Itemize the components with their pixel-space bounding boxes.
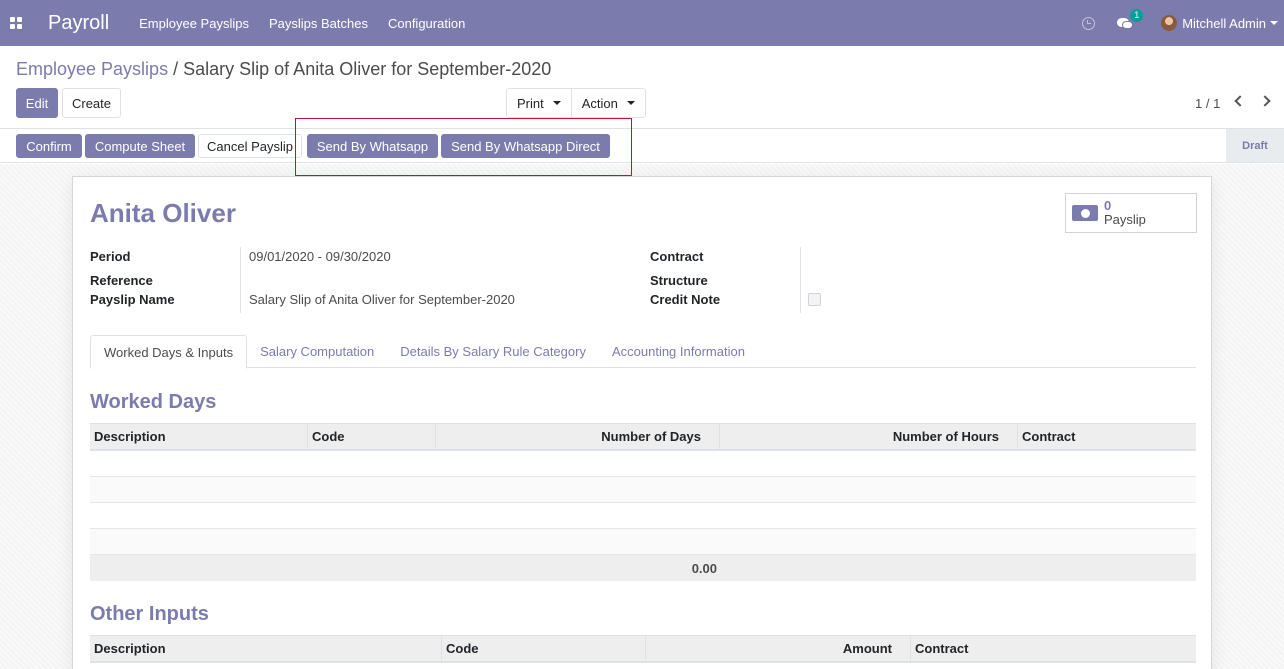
column-header-description[interactable]: Description — [90, 636, 442, 661]
action-dropdown[interactable]: Action — [570, 89, 645, 117]
confirm-button[interactable]: Confirm — [16, 134, 82, 158]
highlight-annotation-box — [295, 118, 632, 176]
contract-label: Contract — [650, 249, 704, 264]
pager-counter[interactable]: 1 / 1 — [1195, 96, 1220, 111]
breadcrumb-current: Salary Slip of Anita Oliver for Septembe… — [183, 59, 552, 79]
tab-salary-computation[interactable]: Salary Computation — [247, 335, 387, 368]
other-inputs-title: Other Inputs — [90, 603, 209, 625]
worked-days-title: Worked Days — [90, 391, 217, 413]
money-icon — [1072, 205, 1098, 221]
breadcrumb: Employee Payslips / Salary Slip of Anita… — [16, 59, 551, 80]
create-button[interactable]: Create — [62, 88, 121, 118]
messages-count-badge: 1 — [1130, 9, 1144, 22]
action-label: Action — [581, 95, 618, 111]
top-navbar: Payroll Employee Payslips Payslips Batch… — [0, 0, 1284, 46]
other-inputs-header: Description Code Amount Contract — [90, 635, 1196, 663]
other-inputs-table: Description Code Amount Contract — [90, 635, 1196, 663]
left-group-divider — [240, 247, 241, 313]
right-group-divider — [800, 247, 801, 313]
apps-menu-icon[interactable] — [0, 0, 32, 46]
status-draft[interactable]: Draft — [1226, 129, 1284, 162]
column-header-description[interactable]: Description — [90, 424, 308, 449]
tab-worked-days-inputs[interactable]: Worked Days & Inputs — [90, 335, 248, 369]
notebook-tabs: Worked Days & Inputs Salary Computation … — [90, 335, 1196, 369]
tab-details-by-salary-rule-category[interactable]: Details By Salary Rule Category — [387, 335, 599, 368]
menu-configuration[interactable]: Configuration — [388, 16, 465, 31]
action-caret-icon — [626, 101, 635, 105]
table-row[interactable] — [90, 477, 1196, 503]
column-header-contract[interactable]: Contract — [1018, 424, 1196, 449]
period-value[interactable]: 09/01/2020 - 09/30/2020 — [249, 249, 391, 264]
employee-name: Anita Oliver — [90, 198, 236, 228]
user-avatar[interactable] — [1161, 15, 1178, 31]
payslip-name-value[interactable]: Salary Slip of Anita Oliver for Septembe… — [249, 292, 515, 307]
menu-employee-payslips[interactable]: Employee Payslips — [139, 16, 249, 31]
credit-note-checkbox[interactable] — [808, 293, 821, 306]
user-menu[interactable]: Mitchell Admin — [1182, 16, 1266, 31]
column-header-amount[interactable]: Amount — [646, 636, 911, 661]
table-row[interactable] — [90, 529, 1196, 555]
payslip-smart-button[interactable]: 0 Payslip — [1065, 193, 1197, 233]
form-sheet: Anita Oliver 0 Payslip Period 09/01/2020… — [72, 176, 1212, 669]
edit-button[interactable]: Edit — [16, 88, 58, 118]
compute-sheet-button[interactable]: Compute Sheet — [85, 134, 195, 158]
user-menu-caret-icon[interactable] — [1270, 21, 1278, 25]
column-header-number-of-hours[interactable]: Number of Hours — [720, 424, 1018, 449]
worked-days-table: Description Code Number of Days Number o… — [90, 423, 1196, 581]
tab-accounting-information[interactable]: Accounting Information — [599, 335, 758, 368]
credit-note-label: Credit Note — [650, 292, 721, 307]
table-row[interactable] — [90, 451, 1196, 477]
table-row[interactable] — [90, 503, 1196, 529]
payslip-count: 0 — [1104, 198, 1112, 213]
column-header-number-of-days[interactable]: Number of Days — [436, 424, 720, 449]
pager-next-icon[interactable] — [1259, 95, 1271, 107]
payslip-name-label: Payslip Name — [90, 292, 175, 307]
print-label: Print — [517, 95, 544, 111]
payslip-count-label: Payslip — [1104, 212, 1146, 227]
worked-days-header: Description Code Number of Days Number o… — [90, 423, 1196, 451]
column-header-code[interactable]: Code — [442, 636, 646, 661]
pager-previous-icon[interactable] — [1234, 95, 1246, 107]
print-caret-icon — [552, 101, 561, 105]
print-dropdown[interactable]: Print — [507, 89, 571, 117]
breadcrumb-parent-link[interactable]: Employee Payslips — [16, 59, 168, 79]
messages-chat-icon[interactable]: 1 — [1117, 9, 1144, 29]
menu-payslips-batches[interactable]: Payslips Batches — [269, 16, 368, 31]
period-label: Period — [90, 249, 131, 264]
breadcrumb-separator: / — [173, 59, 179, 79]
structure-label: Structure — [650, 273, 708, 288]
worked-days-footer: 0.00 — [90, 555, 1196, 581]
cancel-payslip-button[interactable]: Cancel Payslip — [198, 134, 302, 158]
column-header-contract[interactable]: Contract — [911, 636, 1196, 661]
print-action-group: Print Action — [506, 88, 646, 118]
app-brand[interactable]: Payroll — [48, 12, 109, 35]
column-header-code[interactable]: Code — [308, 424, 436, 449]
number-of-days-total: 0.00 — [691, 560, 717, 576]
form-statusbar: Confirm Compute Sheet Cancel Payslip Sen… — [0, 128, 1284, 163]
reference-label: Reference — [90, 273, 153, 288]
activity-clock-icon[interactable] — [1082, 16, 1096, 30]
